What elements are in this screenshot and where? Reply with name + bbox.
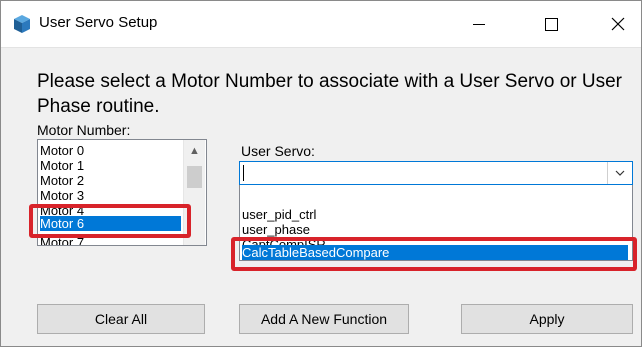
close-button[interactable] [595, 1, 641, 47]
dropdown-button[interactable] [607, 162, 632, 184]
add-new-function-button[interactable]: Add A New Function [239, 304, 409, 334]
window-title: User Servo Setup [39, 14, 158, 31]
cube-icon [14, 15, 30, 33]
servo-highlight-box [231, 237, 637, 271]
user-servo-combobox[interactable] [239, 161, 633, 185]
list-item[interactable]: Motor 0 [40, 143, 84, 158]
list-item[interactable]: Motor 2 [40, 173, 84, 188]
chevron-down-icon [615, 170, 625, 176]
motor-number-label: Motor Number: [37, 122, 131, 138]
maximize-button[interactable] [528, 1, 574, 47]
minimize-icon [473, 23, 485, 25]
dropdown-item[interactable]: user_phase [242, 222, 310, 237]
list-item[interactable]: Motor 3 [40, 188, 84, 203]
maximize-icon [544, 17, 558, 31]
dropdown-item[interactable]: user_pid_ctrl [242, 207, 316, 222]
dialog-window: User Servo Setup Please select a Motor N… [0, 0, 642, 347]
clear-all-button[interactable]: Clear All [37, 304, 205, 334]
apply-button[interactable]: Apply [461, 304, 633, 334]
list-item[interactable]: Motor 1 [40, 158, 84, 173]
user-servo-input[interactable] [243, 165, 603, 181]
user-servo-label: User Servo: [241, 143, 315, 159]
instruction-text: Please select a Motor Number to associat… [37, 71, 623, 117]
minimize-button[interactable] [456, 1, 502, 47]
scroll-thumb[interactable] [187, 166, 202, 188]
motor-highlight-box [29, 204, 191, 238]
title-bar[interactable]: User Servo Setup [1, 1, 641, 48]
close-icon [611, 17, 625, 31]
scroll-up-icon[interactable]: ▲ [184, 142, 205, 160]
text-caret [243, 165, 244, 181]
